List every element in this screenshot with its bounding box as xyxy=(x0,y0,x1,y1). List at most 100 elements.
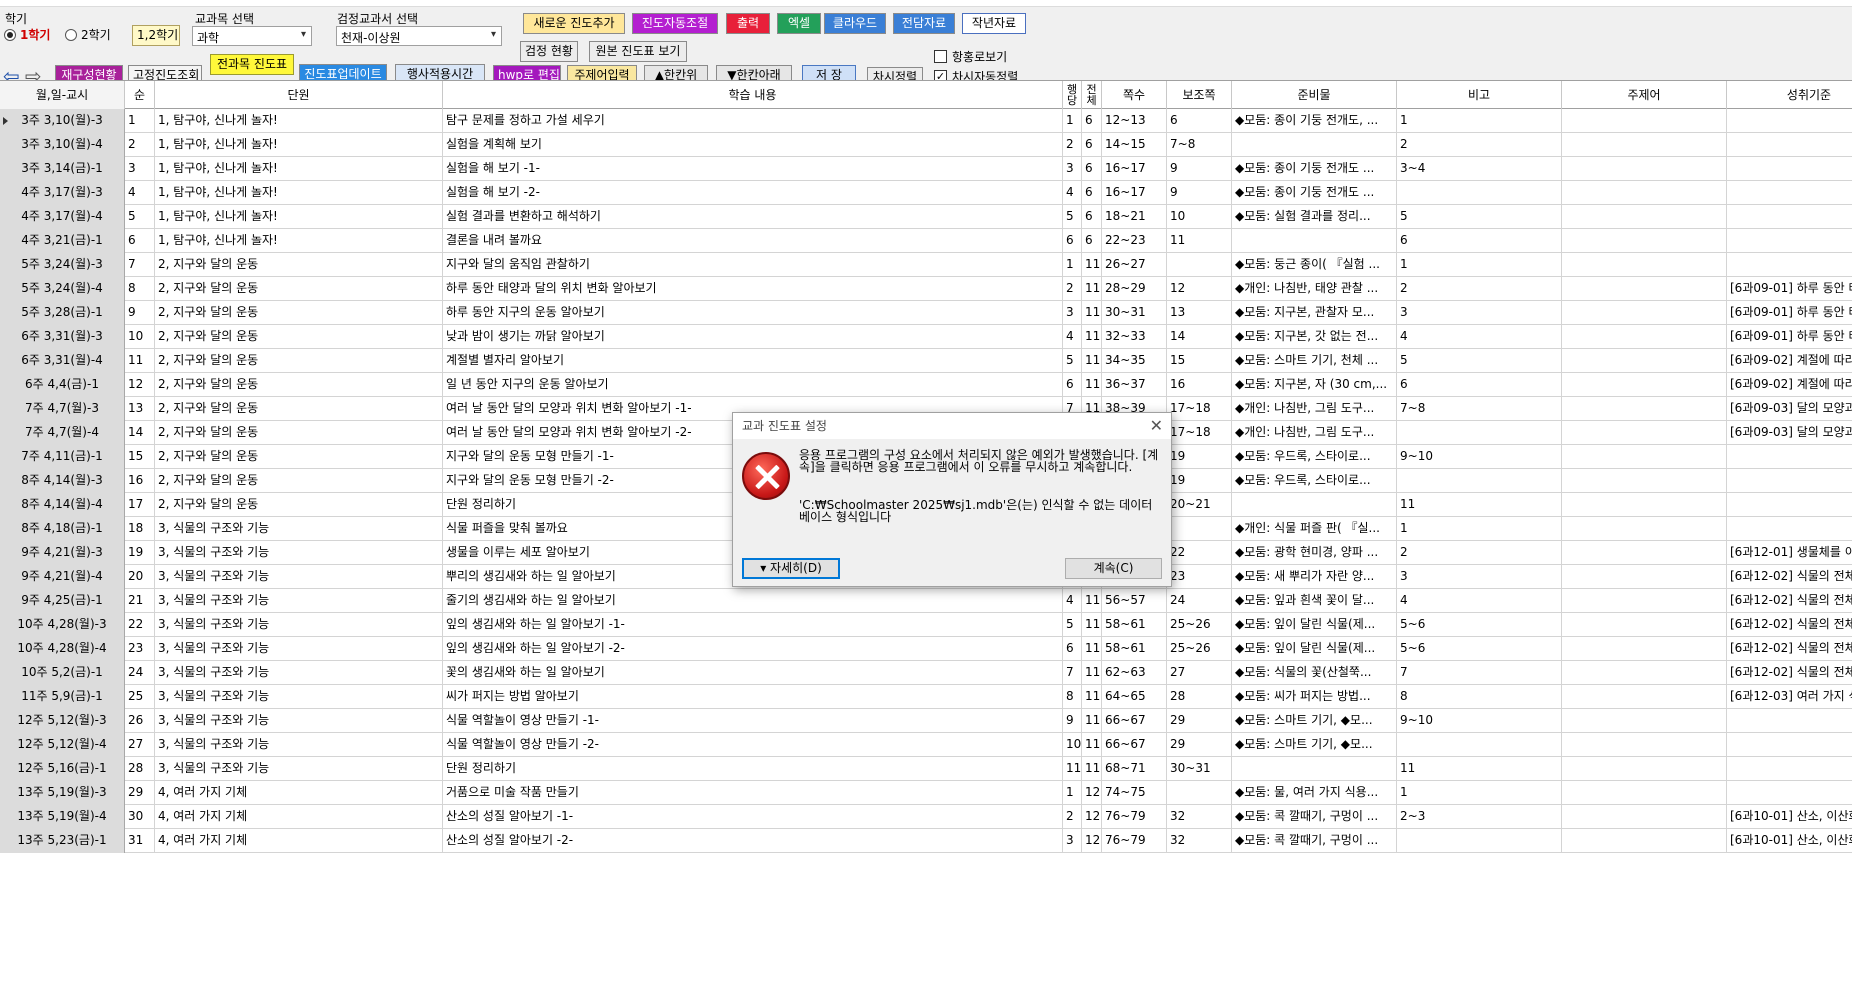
row-theme-cell[interactable] xyxy=(1562,109,1727,133)
row-materials-cell[interactable]: ◆모둠: 잎이 달린 식물(제... xyxy=(1232,637,1397,661)
row-order-cell[interactable]: 5 xyxy=(125,205,155,229)
row-note-cell[interactable] xyxy=(1397,829,1562,853)
table-row[interactable]: 3주 3,10(월)-3 1 1, 탐구야, 신나게 놀자! 탐구 문제를 정하고 가… xyxy=(0,109,1852,133)
row-content-cell[interactable]: 줄기의 생김새와 하는 일 알아보기 xyxy=(443,589,1063,613)
row-date-cell[interactable]: 7주 4,11(금)-1 xyxy=(0,445,125,469)
table-row[interactable]: 13주 5,23(금)-1 31 4, 여러 가지 기체 산소의 성질 알아보기 -2… xyxy=(0,829,1852,853)
row-theme-cell[interactable] xyxy=(1562,133,1727,157)
add-progress-button[interactable]: 새로운 진도추가 xyxy=(523,13,625,34)
row-materials-cell[interactable]: ◆모둠: 잎과 흰색 꽃이 달... xyxy=(1232,589,1397,613)
row-sub-pages-cell[interactable]: 30~31 xyxy=(1167,757,1232,781)
table-row[interactable]: 3주 3,10(월)-4 2 1, 탐구야, 신나게 놀자! 실험을 계획해 보기 2 6… xyxy=(0,133,1852,157)
row-date-cell[interactable]: 8주 4,14(월)-4 xyxy=(0,493,125,517)
row-row-num-cell[interactable]: 1 xyxy=(1063,253,1082,277)
row-achievement-cell[interactable] xyxy=(1727,109,1852,133)
excel-button[interactable]: 엑셀 xyxy=(777,13,821,34)
row-note-cell[interactable]: 3~4 xyxy=(1397,157,1562,181)
row-date-cell[interactable]: 6주 3,31(월)-3 xyxy=(0,325,125,349)
col-header-note[interactable]: 비고 xyxy=(1397,81,1562,109)
row-pages-cell[interactable]: 28~29 xyxy=(1102,277,1167,301)
table-row[interactable]: 12주 5,12(월)-3 26 3, 식물의 구조와 기능 식물 역할놀이 영상 만… xyxy=(0,709,1852,733)
row-date-cell[interactable]: 12주 5,12(월)-4 xyxy=(0,733,125,757)
row-achievement-cell[interactable] xyxy=(1727,781,1852,805)
row-total-cell[interactable]: 11 xyxy=(1082,637,1102,661)
row-materials-cell[interactable]: ◆개인: 나침반, 그림 도구... xyxy=(1232,397,1397,421)
row-total-cell[interactable]: 6 xyxy=(1082,157,1102,181)
row-order-cell[interactable]: 9 xyxy=(125,301,155,325)
row-unit-cell[interactable]: 1, 탐구야, 신나게 놀자! xyxy=(155,205,443,229)
row-pages-cell[interactable]: 56~57 xyxy=(1102,589,1167,613)
row-sub-pages-cell[interactable]: 14 xyxy=(1167,325,1232,349)
row-content-cell[interactable]: 잎의 생김새와 하는 일 알아보기 -1- xyxy=(443,613,1063,637)
row-theme-cell[interactable] xyxy=(1562,517,1727,541)
row-note-cell[interactable]: 2 xyxy=(1397,541,1562,565)
row-theme-cell[interactable] xyxy=(1562,277,1727,301)
row-order-cell[interactable]: 16 xyxy=(125,469,155,493)
row-pages-cell[interactable]: 16~17 xyxy=(1102,157,1167,181)
hangjeong-checkbox[interactable]: 항홍로보기 xyxy=(934,48,1007,65)
row-achievement-cell[interactable] xyxy=(1727,229,1852,253)
row-row-num-cell[interactable]: 5 xyxy=(1063,349,1082,373)
row-sub-pages-cell[interactable]: 11 xyxy=(1167,229,1232,253)
row-achievement-cell[interactable]: [6과12-02] 식물의 전체 xyxy=(1727,637,1852,661)
row-content-cell[interactable]: 일 년 동안 지구의 운동 알아보기 xyxy=(443,373,1063,397)
row-content-cell[interactable]: 결론을 내려 볼까요 xyxy=(443,229,1063,253)
row-row-num-cell[interactable]: 4 xyxy=(1063,325,1082,349)
row-pages-cell[interactable]: 62~63 xyxy=(1102,661,1167,685)
all-subject-progress-button[interactable]: 전과목 진도표 xyxy=(210,54,294,75)
row-achievement-cell[interactable] xyxy=(1727,445,1852,469)
row-materials-cell[interactable]: ◆모둠: 잎이 달린 식물(제... xyxy=(1232,613,1397,637)
row-order-cell[interactable]: 2 xyxy=(125,133,155,157)
table-row[interactable]: 12주 5,12(월)-4 27 3, 식물의 구조와 기능 식물 역할놀이 영상 만… xyxy=(0,733,1852,757)
col-header-date[interactable]: 월,일-교시 xyxy=(0,81,125,109)
row-note-cell[interactable]: 9~10 xyxy=(1397,445,1562,469)
row-materials-cell[interactable] xyxy=(1232,493,1397,517)
semester-1-radio[interactable]: 1학기 xyxy=(4,26,50,43)
row-note-cell[interactable] xyxy=(1397,469,1562,493)
row-achievement-cell[interactable]: [6과09-03] 달의 모양과 xyxy=(1727,421,1852,445)
row-date-cell[interactable]: 4주 3,17(월)-3 xyxy=(0,181,125,205)
col-header-total[interactable]: 전체 xyxy=(1082,81,1102,109)
cloud-button[interactable]: 클라우드 xyxy=(824,13,886,34)
row-achievement-cell[interactable]: [6과12-01] 생물체를 이 xyxy=(1727,541,1852,565)
row-content-cell[interactable]: 지구와 달의 움직임 관찰하기 xyxy=(443,253,1063,277)
row-materials-cell[interactable]: ◆모둠: 콕 깔때기, 구멍이 ... xyxy=(1232,829,1397,853)
row-content-cell[interactable]: 실험을 해 보기 -2- xyxy=(443,181,1063,205)
row-unit-cell[interactable]: 3, 식물의 구조와 기능 xyxy=(155,541,443,565)
row-materials-cell[interactable]: ◆모둠: 스마트 기기, ◆모... xyxy=(1232,709,1397,733)
row-unit-cell[interactable]: 3, 식물의 구조와 기능 xyxy=(155,685,443,709)
row-date-cell[interactable]: 5주 3,24(월)-3 xyxy=(0,253,125,277)
row-row-num-cell[interactable]: 1 xyxy=(1063,781,1082,805)
table-row[interactable]: 9주 4,25(금)-1 21 3, 식물의 구조와 기능 줄기의 생김새와 하는 일… xyxy=(0,589,1852,613)
row-theme-cell[interactable] xyxy=(1562,421,1727,445)
row-note-cell[interactable]: 8 xyxy=(1397,685,1562,709)
row-unit-cell[interactable]: 2, 지구와 달의 운동 xyxy=(155,397,443,421)
row-row-num-cell[interactable]: 8 xyxy=(1063,685,1082,709)
row-achievement-cell[interactable] xyxy=(1727,733,1852,757)
row-order-cell[interactable]: 1 xyxy=(125,109,155,133)
verify-status-button[interactable]: 검정 현황 xyxy=(520,41,578,62)
row-total-cell[interactable]: 12 xyxy=(1082,781,1102,805)
row-materials-cell[interactable]: ◆모둠: 스마트 기기, ◆모... xyxy=(1232,733,1397,757)
table-row[interactable]: 3주 3,14(금)-1 3 1, 탐구야, 신나게 놀자! 실험을 해 보기 -1-… xyxy=(0,157,1852,181)
row-sub-pages-cell[interactable]: 13 xyxy=(1167,301,1232,325)
row-materials-cell[interactable]: ◆모둠: 우드록, 스타이로... xyxy=(1232,469,1397,493)
row-sub-pages-cell[interactable]: 24 xyxy=(1167,589,1232,613)
row-unit-cell[interactable]: 1, 탐구야, 신나게 놀자! xyxy=(155,229,443,253)
row-pages-cell[interactable]: 32~33 xyxy=(1102,325,1167,349)
row-note-cell[interactable]: 2 xyxy=(1397,277,1562,301)
row-total-cell[interactable]: 11 xyxy=(1082,373,1102,397)
row-row-num-cell[interactable]: 2 xyxy=(1063,133,1082,157)
row-pages-cell[interactable]: 74~75 xyxy=(1102,781,1167,805)
row-total-cell[interactable]: 6 xyxy=(1082,109,1102,133)
original-progress-button[interactable]: 원본 진도표 보기 xyxy=(589,41,687,62)
row-sub-pages-cell[interactable]: 12 xyxy=(1167,277,1232,301)
row-date-cell[interactable]: 12주 5,16(금)-1 xyxy=(0,757,125,781)
row-theme-cell[interactable] xyxy=(1562,397,1727,421)
row-order-cell[interactable]: 26 xyxy=(125,709,155,733)
row-materials-cell[interactable] xyxy=(1232,133,1397,157)
row-content-cell[interactable]: 하루 동안 태양과 달의 위치 변화 알아보기 xyxy=(443,277,1063,301)
row-materials-cell[interactable]: ◆개인: 나침반, 태양 관찰 ... xyxy=(1232,277,1397,301)
row-date-cell[interactable]: 8주 4,18(금)-1 xyxy=(0,517,125,541)
row-row-num-cell[interactable]: 3 xyxy=(1063,157,1082,181)
